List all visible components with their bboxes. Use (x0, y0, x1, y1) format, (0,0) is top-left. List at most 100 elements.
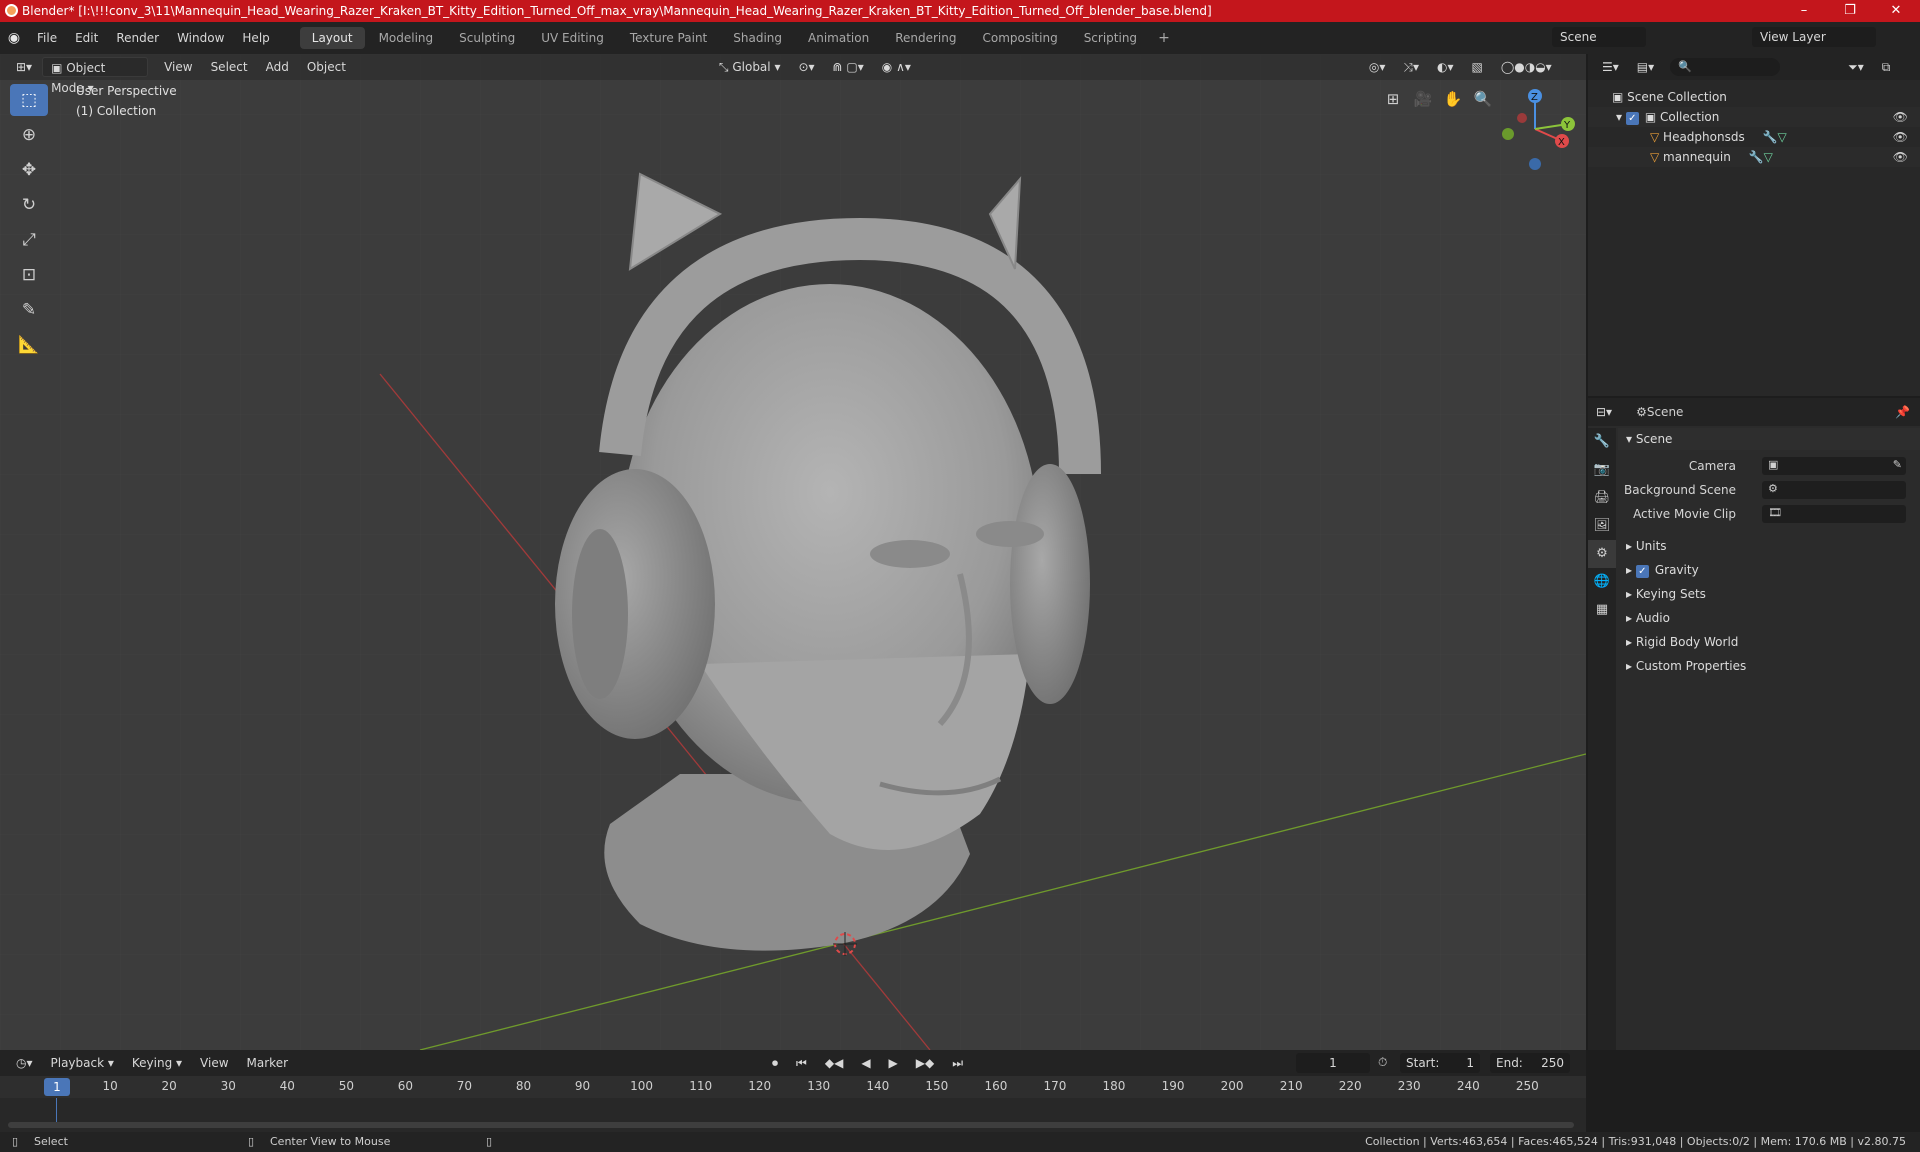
menu-keying[interactable]: Keying ▾ (124, 1053, 190, 1073)
gizmo-toggle-icon[interactable]: ⤨▾ (1395, 57, 1427, 77)
view-layer-tab-icon[interactable]: 🖼 (1588, 512, 1616, 540)
pin-icon[interactable]: 📌 (1895, 405, 1910, 419)
timeline-scrollbar[interactable] (8, 1122, 1574, 1128)
eye-icon[interactable]: 👁 (1893, 107, 1908, 127)
ruler-current-frame[interactable]: 1 (44, 1078, 70, 1096)
mode-selector[interactable]: ▣ Object Mode ▾ (42, 57, 149, 95)
menu-edit[interactable]: Edit (66, 22, 107, 54)
camera-field[interactable]: ▣ ✎ (1762, 457, 1906, 475)
menu-playback[interactable]: Playback ▾ (43, 1053, 122, 1073)
tab-shading[interactable]: Shading (721, 27, 794, 49)
scene-selector[interactable]: Scene (1552, 27, 1646, 47)
editor-type-icon[interactable]: ⊞▾ (8, 57, 40, 77)
background-scene-field[interactable]: ⚙ (1762, 481, 1906, 499)
exclude-checkbox[interactable]: ✓ (1625, 112, 1639, 125)
stopwatch-icon[interactable]: ⏱ (1378, 1055, 1387, 1070)
menu-file[interactable]: File (28, 22, 66, 54)
active-movie-clip-field[interactable]: 🎞 (1762, 505, 1906, 523)
eye-icon[interactable]: 👁 (1893, 127, 1908, 147)
menu-render[interactable]: Render (107, 22, 168, 54)
proportional-edit-icon[interactable]: ◉ ∧▾ (874, 57, 919, 77)
prev-keyframe-icon[interactable]: ◆◀ (817, 1053, 851, 1073)
panel-units[interactable]: ▸ Units (1618, 535, 1920, 557)
menu-view[interactable]: View (156, 57, 200, 77)
properties-editor-icon[interactable]: ⊟▾ (1588, 402, 1620, 422)
annotate-tool-icon[interactable]: ✎ (10, 294, 48, 326)
toggle-grid-icon[interactable]: ⊞ (1380, 86, 1406, 112)
view-layer-selector[interactable]: View Layer (1752, 27, 1876, 47)
modifier-wrench-icon[interactable]: 🔧 (1763, 130, 1778, 144)
menu-help[interactable]: Help (233, 22, 278, 54)
display-mode-icon[interactable]: ▤▾ (1629, 57, 1662, 77)
minimize-button[interactable]: – (1782, 0, 1826, 22)
new-collection-icon[interactable]: ⧉ (1874, 57, 1899, 77)
menu-add[interactable]: Add (258, 57, 297, 77)
world-tab-icon[interactable]: 🌐 (1588, 568, 1616, 596)
record-icon[interactable]: ⏺ (764, 1053, 786, 1073)
tab-texture-paint[interactable]: Texture Paint (618, 27, 719, 49)
pivot-icon[interactable]: ⊙▾ (790, 57, 822, 77)
output-tab-icon[interactable]: 🖨 (1588, 484, 1616, 512)
jump-start-icon[interactable]: ⏮ (788, 1053, 815, 1073)
mesh-data-icon[interactable]: ▽ (1764, 150, 1773, 164)
eyedropper-icon[interactable]: ✎ (1893, 458, 1902, 471)
gravity-checkbox[interactable]: ✓ (1635, 565, 1649, 578)
tab-rendering[interactable]: Rendering (883, 27, 968, 49)
modifier-wrench-icon[interactable]: 🔧 (1749, 150, 1764, 164)
panel-rigid-body-world[interactable]: ▸ Rigid Body World (1618, 631, 1920, 653)
tab-modeling[interactable]: Modeling (367, 27, 446, 49)
close-button[interactable]: ✕ (1874, 0, 1918, 22)
menu-marker[interactable]: Marker (239, 1053, 296, 1073)
render-tab-icon[interactable]: 📷 (1588, 456, 1616, 484)
transform-tool-icon[interactable]: ⊡ (10, 259, 48, 291)
scene-tab-icon[interactable]: ⚙ (1588, 540, 1616, 568)
jump-end-icon[interactable]: ⏭ (944, 1053, 971, 1073)
tab-animation[interactable]: Animation (796, 27, 881, 49)
menu-timeline-view[interactable]: View (192, 1053, 236, 1073)
maximize-button[interactable]: ❐ (1828, 0, 1872, 22)
start-frame-field[interactable]: Start: 1 (1400, 1053, 1480, 1073)
shading-modes-icon[interactable]: ◯●◑◒▾ (1493, 57, 1560, 77)
select-box-tool-icon[interactable]: ⬚ (10, 84, 48, 116)
outliner-row-mannequin[interactable]: ▽ mannequin 🔧▽ 👁 (1588, 147, 1920, 167)
scale-tool-icon[interactable]: ⤢ (10, 224, 48, 256)
outliner-editor-icon[interactable]: ☰▾ (1594, 57, 1627, 77)
panel-gravity[interactable]: ▸ ✓ Gravity (1618, 559, 1920, 581)
end-frame-field[interactable]: End: 250 (1490, 1053, 1570, 1073)
tab-scripting[interactable]: Scripting (1072, 27, 1149, 49)
xray-icon[interactable]: ▧ (1464, 57, 1491, 77)
panel-custom-properties[interactable]: ▸ Custom Properties (1618, 655, 1920, 677)
move-tool-icon[interactable]: ✥ (10, 154, 48, 186)
tab-layout[interactable]: Layout (299, 27, 365, 49)
timeline-ruler[interactable]: 1 10 20 30 40 50 60 70 80 90 100 110 120 130 140 150 160… (0, 1076, 1586, 1098)
menu-window[interactable]: Window (168, 22, 233, 54)
menu-select[interactable]: Select (203, 57, 256, 77)
current-frame-field[interactable]: 1 (1296, 1053, 1370, 1073)
outliner-row-scene-collection[interactable]: ▣ Scene Collection (1588, 87, 1920, 107)
camera-view-icon[interactable]: 🎥 (1410, 86, 1436, 112)
eye-icon[interactable]: 👁 (1893, 147, 1908, 167)
navigation-gizmo[interactable]: Z Y X (1490, 84, 1580, 174)
next-keyframe-icon[interactable]: ▶◆ (908, 1053, 942, 1073)
transform-orientation[interactable]: ⤡ Global ▾ (711, 57, 789, 77)
3d-viewport[interactable]: ⊞▾ ▣ Object Mode ▾ View Select Add Objec… (0, 54, 1586, 1050)
mesh-data-icon[interactable]: ▽ (1778, 130, 1787, 144)
outliner-row-collection[interactable]: ▾ ✓ ▣ Collection 👁 (1588, 107, 1920, 127)
rotate-tool-icon[interactable]: ↻ (10, 189, 48, 221)
snap-icon[interactable]: ⋒ ▢▾ (825, 57, 872, 77)
expand-arrow-icon[interactable]: ▾ (1616, 110, 1626, 124)
outliner-row-headphonsds[interactable]: ▽ Headphonsds 🔧▽ 👁 (1588, 127, 1920, 147)
blender-menu-icon[interactable]: ◉ (0, 30, 28, 46)
panel-scene-header[interactable]: ▾ Scene (1618, 428, 1920, 450)
play-reverse-icon[interactable]: ◀ (853, 1053, 878, 1073)
add-workspace-button[interactable]: + (1150, 30, 1178, 46)
panel-audio[interactable]: ▸ Audio (1618, 607, 1920, 629)
overlay-toggle-icon[interactable]: ◐▾ (1429, 57, 1462, 77)
tab-compositing[interactable]: Compositing (970, 27, 1069, 49)
outliner-search-input[interactable]: 🔍 (1670, 58, 1781, 76)
menu-object[interactable]: Object (299, 57, 354, 77)
play-icon[interactable]: ▶ (881, 1053, 906, 1073)
panel-keying-sets[interactable]: ▸ Keying Sets (1618, 583, 1920, 605)
tool-tab-icon[interactable]: 🔧 (1588, 428, 1616, 456)
tab-uv-editing[interactable]: UV Editing (529, 27, 616, 49)
